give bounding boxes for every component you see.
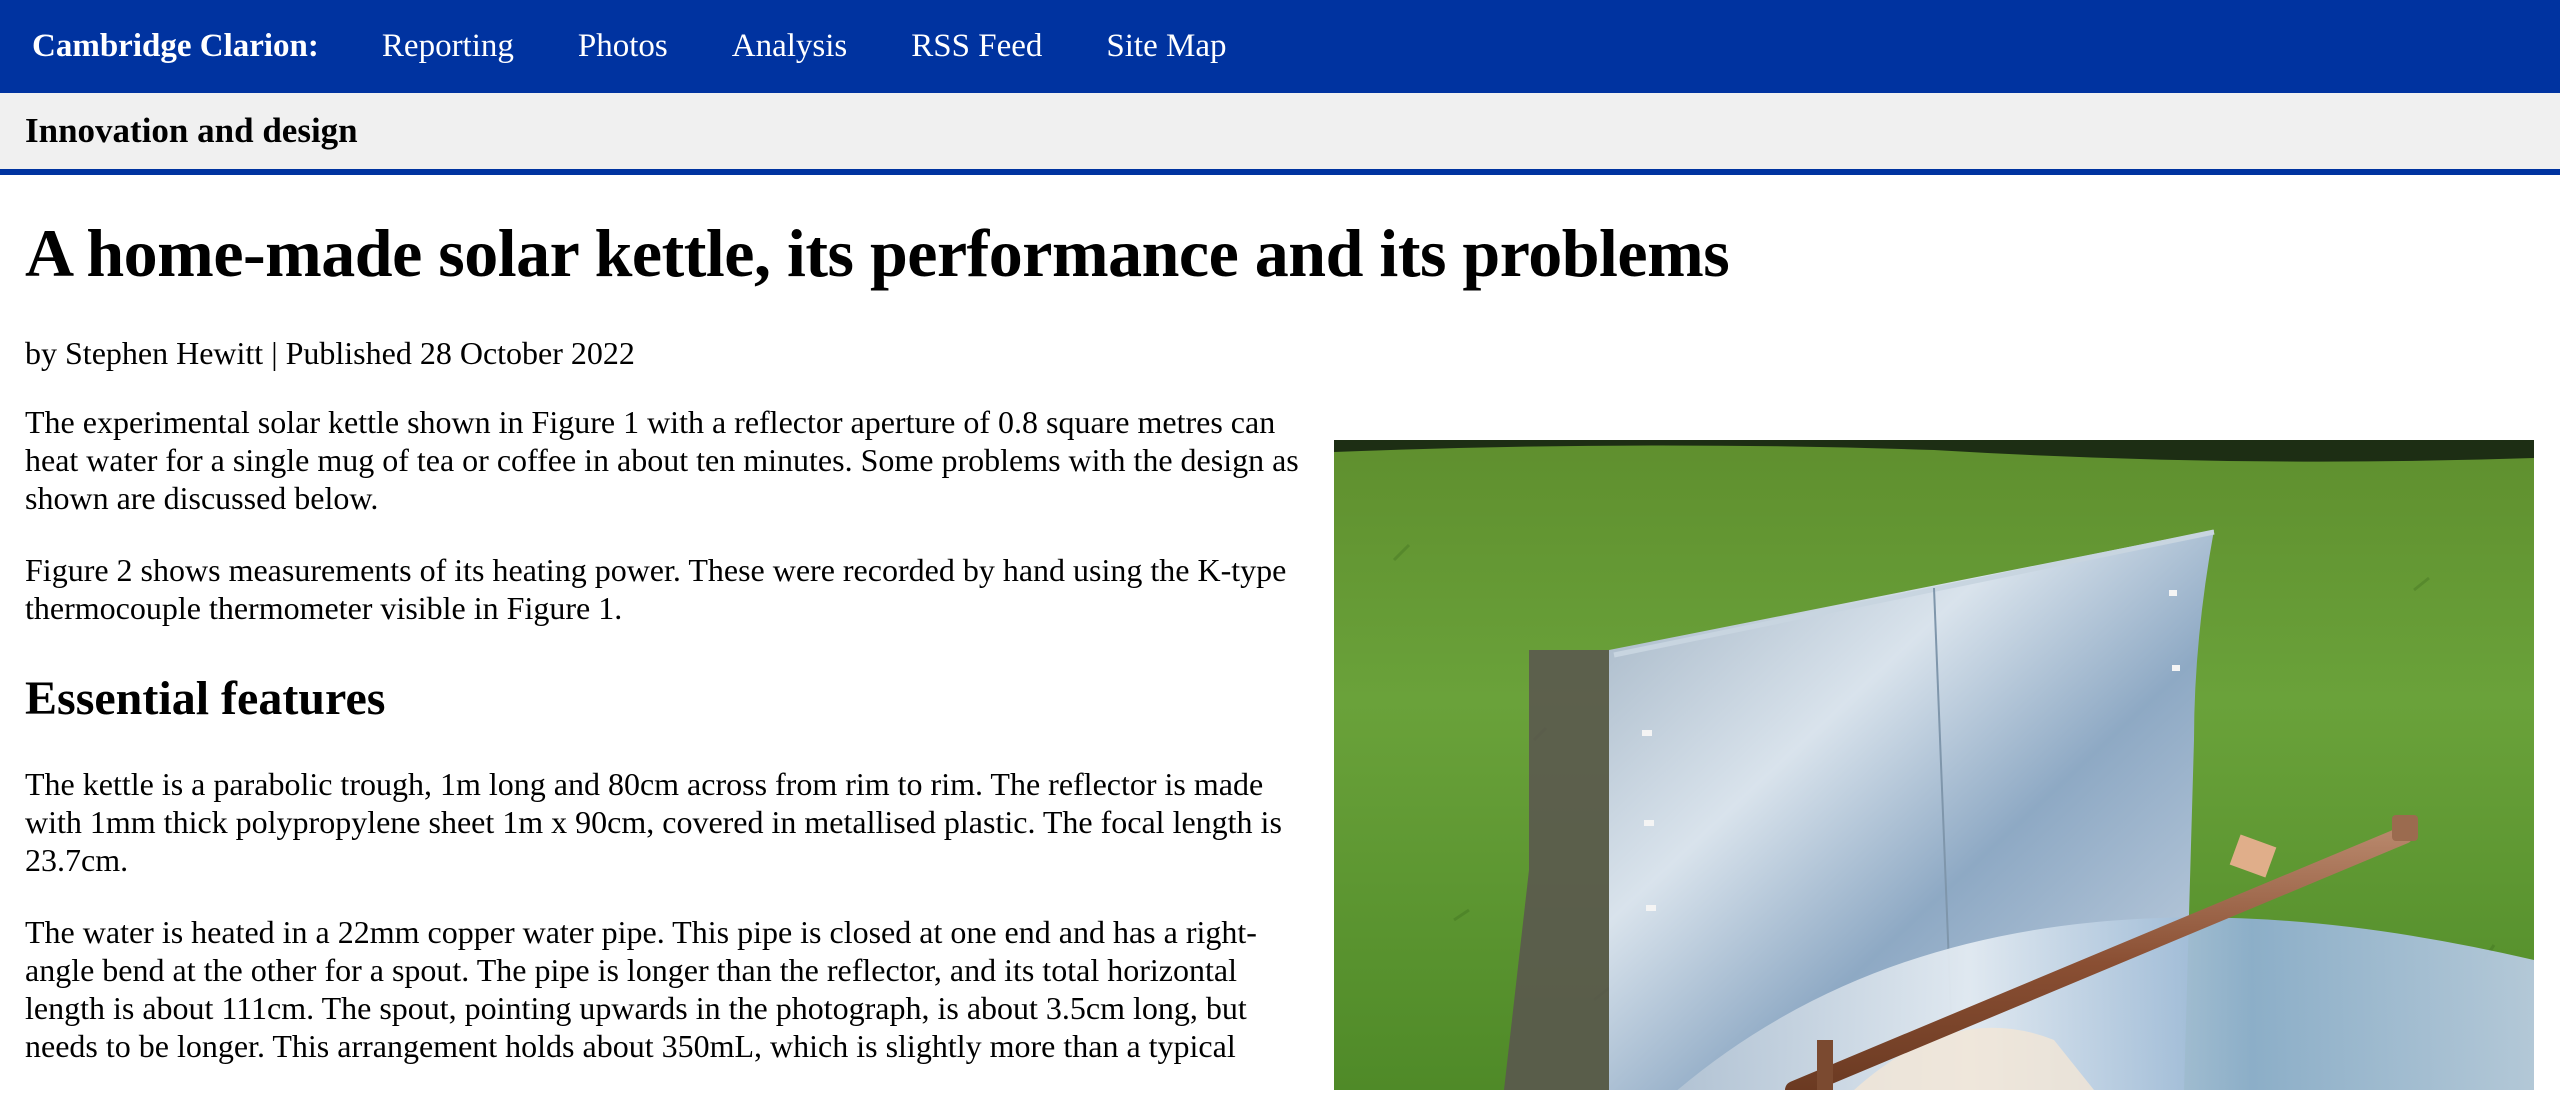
site-brand-link[interactable]: Cambridge Clarion: — [32, 28, 319, 65]
article-byline: by Stephen Hewitt | Published 28 October… — [25, 335, 635, 371]
solar-kettle-photo-illustration — [1334, 440, 2534, 1090]
nav-link-reporting[interactable]: Reporting — [382, 28, 514, 65]
essential-paragraph-2: The water is heated in a 22mm copper wat… — [25, 914, 1257, 1064]
section-title: Innovation and design — [25, 111, 358, 150]
intro-paragraph-1: The experimental solar kettle shown in F… — [25, 404, 1299, 516]
section-header-bar: Innovation and design — [0, 93, 2560, 175]
section-heading-essential-features: Essential features — [25, 672, 386, 725]
solar-kettle-photo — [1334, 440, 2534, 1090]
top-navigation-bar: Cambridge Clarion: Reporting Photos Anal… — [0, 0, 2560, 93]
essential-paragraph-1: The kettle is a parabolic trough, 1m lon… — [25, 766, 1282, 878]
nav-link-rss-feed[interactable]: RSS Feed — [911, 28, 1042, 65]
nav-link-site-map[interactable]: Site Map — [1106, 28, 1226, 65]
nav-link-photos[interactable]: Photos — [578, 28, 668, 65]
nav-links: Reporting Photos Analysis RSS Feed Site … — [350, 28, 1259, 65]
article-content: A home-made solar kettle, its performanc… — [25, 175, 2535, 1090]
article-body: The experimental solar kettle shown in F… — [25, 403, 1315, 1099]
intro-paragraph-2: Figure 2 shows measurements of its heati… — [25, 552, 1287, 626]
nav-link-analysis[interactable]: Analysis — [732, 28, 848, 65]
article-title: A home-made solar kettle, its performanc… — [25, 215, 1730, 291]
